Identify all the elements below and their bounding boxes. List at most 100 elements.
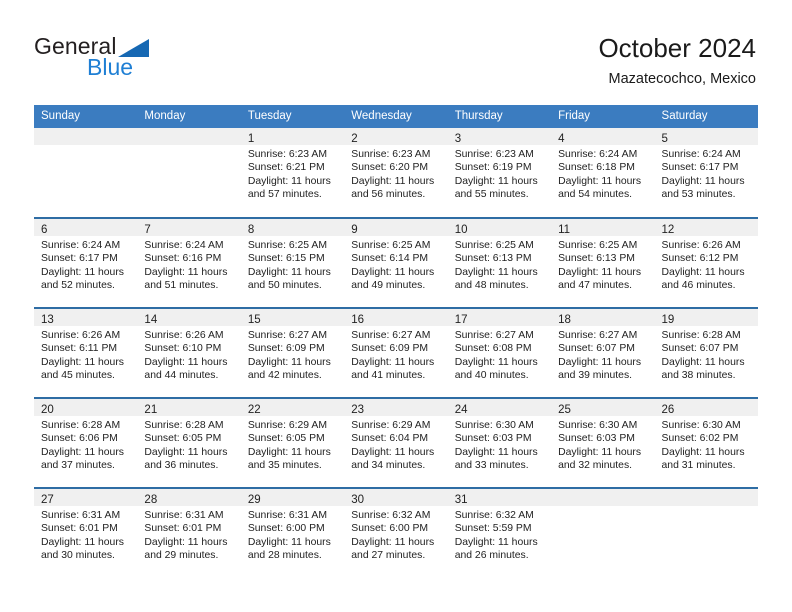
daylight-line-cont: and 48 minutes. bbox=[454, 279, 529, 291]
day-details: Sunrise: 6:31 AM Sunset: 6:00 PM Daylight:… bbox=[241, 506, 344, 562]
sunset-line: Sunset: 6:09 PM bbox=[351, 343, 429, 355]
calendar-day-cell[interactable]: 8 Sunrise: 6:25 AM Sunset: 6:15 PM Daylight… bbox=[240, 217, 345, 308]
sunset-line: Sunset: 6:12 PM bbox=[661, 253, 739, 265]
calendar-day-cell[interactable]: 15 Sunrise: 6:27 AM Sunset: 6:09 PM Dayligh… bbox=[240, 307, 345, 398]
calendar-day-cell[interactable]: 24 Sunrise: 6:30 AM Sunset: 6:03 PM Dayligh… bbox=[447, 397, 552, 488]
day-details: Sunrise: 6:29 AM Sunset: 6:04 PM Daylight:… bbox=[344, 416, 447, 472]
day-details: Sunrise: 6:24 AM Sunset: 6:17 PM Daylight:… bbox=[655, 145, 758, 201]
daylight-line: Daylight: 11 hours bbox=[41, 266, 124, 278]
sunrise-line: Sunrise: 6:23 AM bbox=[247, 149, 327, 160]
calendar-day-cell[interactable]: 27 Sunrise: 6:31 AM Sunset: 6:01 PM Dayligh… bbox=[34, 487, 138, 578]
day-details: Sunrise: 6:27 AM Sunset: 6:08 PM Daylight:… bbox=[448, 326, 551, 382]
daylight-line: Daylight: 11 hours bbox=[351, 536, 435, 548]
sunset-line: Sunset: 6:16 PM bbox=[144, 253, 222, 265]
sunset-line: Sunset: 6:05 PM bbox=[144, 433, 222, 445]
calendar-day-cell[interactable]: 12 Sunrise: 6:26 AM Sunset: 6:12 PM Dayligh… bbox=[654, 217, 758, 308]
calendar-day-cell[interactable]: 14 Sunrise: 6:26 AM Sunset: 6:10 PM Dayligh… bbox=[137, 307, 241, 398]
sunrise-line: Sunrise: 6:25 AM bbox=[351, 240, 431, 251]
daylight-line: Daylight: 11 hours bbox=[144, 446, 228, 458]
sunrise-line: Sunrise: 6:31 AM bbox=[144, 510, 224, 521]
daylight-line: Daylight: 11 hours bbox=[661, 266, 745, 278]
calendar-day-cell[interactable]: 29 Sunrise: 6:31 AM Sunset: 6:00 PM Dayligh… bbox=[240, 487, 345, 578]
calendar-day-cell[interactable]: 17 Sunrise: 6:27 AM Sunset: 6:08 PM Dayligh… bbox=[447, 307, 552, 398]
daylight-line: Daylight: 11 hours bbox=[144, 536, 228, 548]
weekday-header-monday: Monday bbox=[137, 105, 241, 128]
calendar-week-row: 13 Sunrise: 6:26 AM Sunset: 6:11 PM Dayligh… bbox=[34, 307, 758, 398]
day-number: 8 bbox=[247, 224, 255, 236]
sunrise-line: Sunrise: 6:32 AM bbox=[351, 510, 431, 521]
calendar-week-row: 1 Sunrise: 6:23 AM Sunset: 6:21 PM Daylight… bbox=[34, 128, 758, 218]
day-details: Sunrise: 6:25 AM Sunset: 6:13 PM Daylight:… bbox=[448, 236, 551, 292]
calendar-day-cell[interactable]: 1 Sunrise: 6:23 AM Sunset: 6:21 PM Daylight… bbox=[240, 128, 345, 218]
daylight-line: Daylight: 11 hours bbox=[247, 175, 331, 187]
daylight-line: Daylight: 11 hours bbox=[454, 536, 538, 548]
calendar-cell-empty bbox=[137, 128, 241, 218]
calendar-day-cell[interactable]: 22 Sunrise: 6:29 AM Sunset: 6:05 PM Dayligh… bbox=[240, 397, 345, 488]
calendar-page: General Blue October 2024 Mazatecochco, … bbox=[0, 0, 792, 612]
calendar-day-cell[interactable]: 7 Sunrise: 6:24 AM Sunset: 6:16 PM Daylight… bbox=[137, 217, 241, 308]
day-details: Sunrise: 6:31 AM Sunset: 6:01 PM Daylight:… bbox=[34, 506, 137, 562]
calendar-day-cell[interactable]: 5 Sunrise: 6:24 AM Sunset: 6:17 PM Daylight… bbox=[654, 128, 758, 218]
day-details: Sunrise: 6:24 AM Sunset: 6:17 PM Daylight:… bbox=[34, 236, 137, 292]
day-number: 18 bbox=[558, 314, 571, 326]
calendar-day-cell[interactable]: 19 Sunrise: 6:28 AM Sunset: 6:07 PM Dayligh… bbox=[654, 307, 758, 398]
day-details: Sunrise: 6:25 AM Sunset: 6:15 PM Daylight:… bbox=[241, 236, 344, 292]
daylight-line: Daylight: 11 hours bbox=[661, 356, 745, 368]
day-details: Sunrise: 6:24 AM Sunset: 6:18 PM Daylight:… bbox=[551, 145, 654, 201]
daylight-line: Daylight: 11 hours bbox=[144, 266, 228, 278]
day-details: Sunrise: 6:25 AM Sunset: 6:13 PM Daylight:… bbox=[551, 236, 654, 292]
sunrise-line: Sunrise: 6:31 AM bbox=[41, 510, 121, 521]
calendar-day-cell[interactable]: 28 Sunrise: 6:31 AM Sunset: 6:01 PM Dayligh… bbox=[137, 487, 241, 578]
day-number: 17 bbox=[454, 314, 468, 326]
day-number-band: 18 bbox=[551, 309, 655, 326]
calendar-day-cell[interactable]: 16 Sunrise: 6:27 AM Sunset: 6:09 PM Dayligh… bbox=[344, 307, 448, 398]
weekday-header-row: Sunday Monday Tuesday Wednesday Thursday… bbox=[34, 105, 758, 128]
calendar-day-cell[interactable]: 2 Sunrise: 6:23 AM Sunset: 6:20 PM Daylight… bbox=[344, 128, 448, 218]
daylight-line-cont: and 32 minutes. bbox=[558, 459, 633, 471]
calendar-day-cell[interactable]: 9 Sunrise: 6:25 AM Sunset: 6:14 PM Daylight… bbox=[344, 217, 448, 308]
sunset-line: Sunset: 6:14 PM bbox=[351, 253, 429, 265]
daylight-line-cont: and 51 minutes. bbox=[144, 279, 219, 291]
day-number: 19 bbox=[661, 314, 675, 326]
calendar-day-cell[interactable]: 18 Sunrise: 6:27 AM Sunset: 6:07 PM Dayligh… bbox=[551, 307, 655, 398]
sunrise-line: Sunrise: 6:25 AM bbox=[454, 240, 534, 251]
calendar-day-cell[interactable]: 21 Sunrise: 6:28 AM Sunset: 6:05 PM Dayligh… bbox=[137, 397, 241, 488]
calendar-day-cell[interactable]: 13 Sunrise: 6:26 AM Sunset: 6:11 PM Dayligh… bbox=[34, 307, 138, 398]
day-number-band: 26 bbox=[654, 399, 758, 416]
calendar-day-cell[interactable]: 30 Sunrise: 6:32 AM Sunset: 6:00 PM Dayligh… bbox=[344, 487, 448, 578]
logo-text-blue: Blue bbox=[87, 54, 134, 80]
sunrise-line: Sunrise: 6:23 AM bbox=[351, 149, 431, 160]
day-details: Sunrise: 6:30 AM Sunset: 6:02 PM Daylight:… bbox=[655, 416, 758, 472]
day-number-band: 25 bbox=[551, 399, 655, 416]
daylight-line-cont: and 36 minutes. bbox=[144, 459, 219, 471]
day-number-band: 11 bbox=[551, 219, 655, 236]
day-details: Sunrise: 6:23 AM Sunset: 6:20 PM Daylight:… bbox=[344, 145, 447, 201]
weekday-header-sunday: Sunday bbox=[34, 105, 138, 128]
daylight-line-cont: and 41 minutes. bbox=[351, 369, 426, 381]
day-number-band: 23 bbox=[344, 399, 448, 416]
calendar-day-cell[interactable]: 25 Sunrise: 6:30 AM Sunset: 6:03 PM Dayligh… bbox=[551, 397, 655, 488]
day-number-band: 28 bbox=[137, 489, 241, 506]
calendar-day-cell[interactable]: 11 Sunrise: 6:25 AM Sunset: 6:13 PM Dayligh… bbox=[551, 217, 655, 308]
calendar-day-cell[interactable]: 10 Sunrise: 6:25 AM Sunset: 6:13 PM Dayligh… bbox=[447, 217, 552, 308]
day-number: 7 bbox=[144, 224, 151, 236]
sunrise-line: Sunrise: 6:31 AM bbox=[247, 510, 327, 521]
calendar-day-cell[interactable]: 4 Sunrise: 6:24 AM Sunset: 6:18 PM Daylight… bbox=[551, 128, 655, 218]
calendar-day-cell[interactable]: 20 Sunrise: 6:28 AM Sunset: 6:06 PM Dayligh… bbox=[34, 397, 138, 488]
calendar-day-cell[interactable]: 31 Sunrise: 6:32 AM Sunset: 5:59 PM Dayligh… bbox=[447, 487, 552, 578]
day-number: 31 bbox=[454, 494, 468, 506]
calendar-cell-empty bbox=[551, 487, 655, 578]
calendar-day-cell[interactable]: 3 Sunrise: 6:23 AM Sunset: 6:19 PM Daylight… bbox=[447, 128, 552, 218]
calendar-day-cell[interactable]: 6 Sunrise: 6:24 AM Sunset: 6:17 PM Daylight… bbox=[34, 217, 138, 308]
sunrise-line: Sunrise: 6:28 AM bbox=[144, 420, 224, 431]
day-number-band: 20 bbox=[34, 399, 138, 416]
general-blue-logo[interactable]: General Blue bbox=[34, 33, 264, 91]
sunset-line: Sunset: 6:10 PM bbox=[144, 343, 222, 355]
day-number-band: 15 bbox=[240, 309, 345, 326]
calendar-day-cell[interactable]: 26 Sunrise: 6:30 AM Sunset: 6:02 PM Dayligh… bbox=[654, 397, 758, 488]
sunrise-line: Sunrise: 6:26 AM bbox=[144, 330, 224, 341]
daylight-line: Daylight: 11 hours bbox=[454, 175, 538, 187]
calendar-day-cell[interactable]: 23 Sunrise: 6:29 AM Sunset: 6:04 PM Dayligh… bbox=[344, 397, 448, 488]
daylight-line-cont: and 37 minutes. bbox=[41, 459, 115, 471]
day-details: Sunrise: 6:25 AM Sunset: 6:14 PM Daylight:… bbox=[344, 236, 447, 292]
